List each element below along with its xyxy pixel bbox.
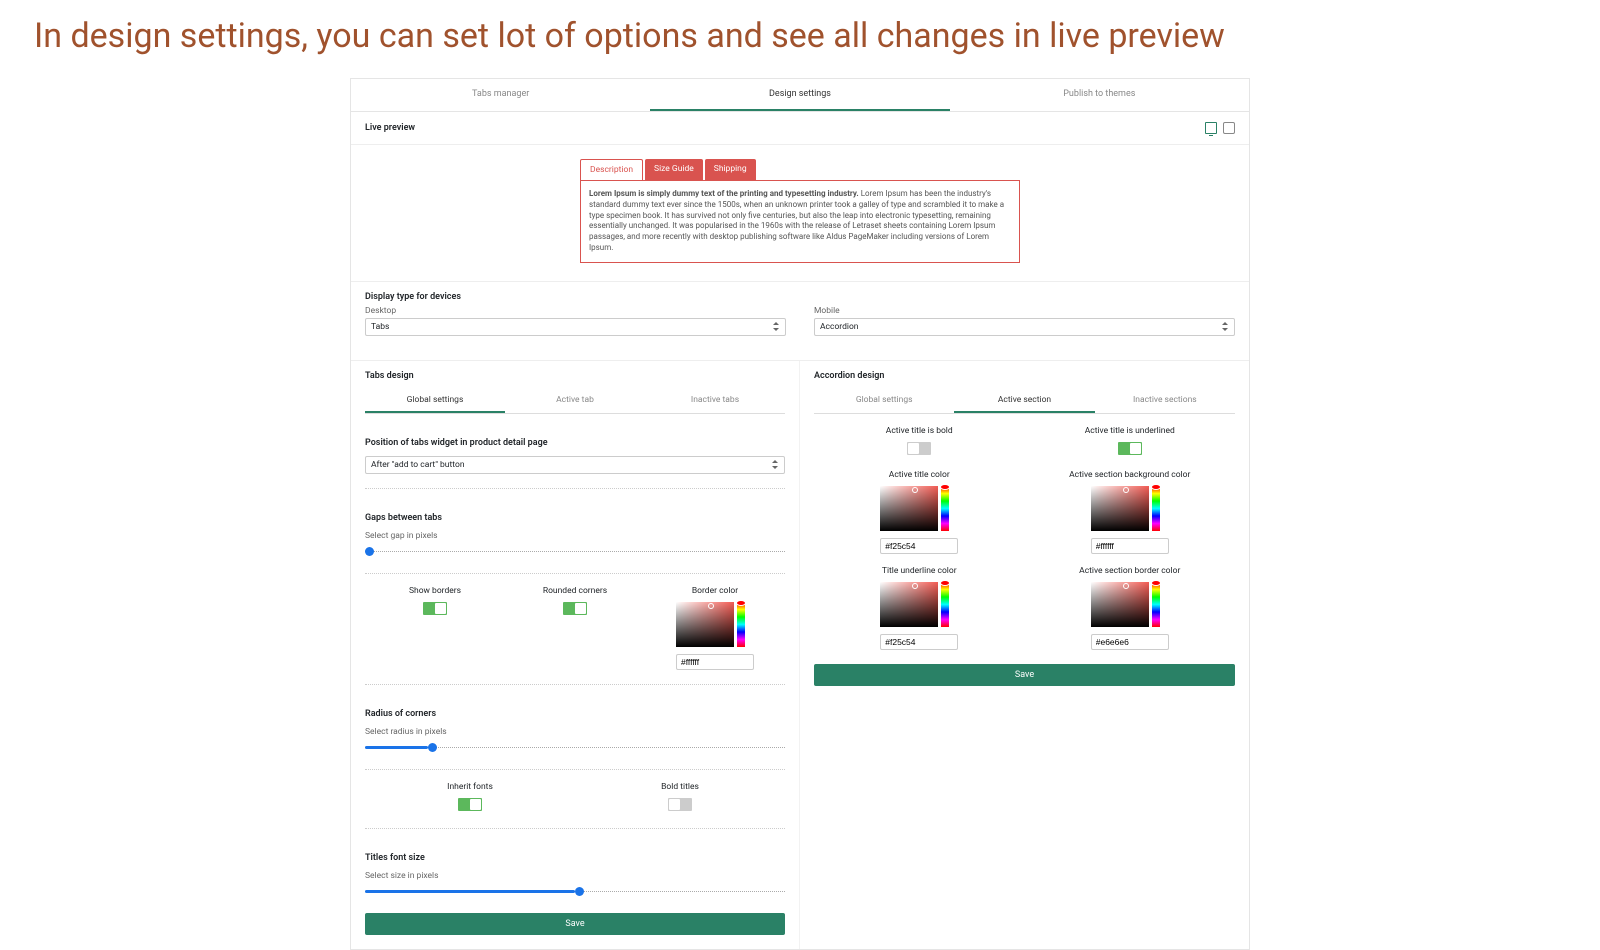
mobile-display-select[interactable]: Accordion	[814, 318, 1235, 336]
gaps-slider[interactable]	[365, 545, 785, 559]
live-preview-header: Live preview	[351, 112, 1249, 144]
title-underline-color-input[interactable]	[880, 634, 958, 650]
rounded-corners-toggle[interactable]	[563, 602, 587, 615]
desktop-preview-icon[interactable]	[1205, 122, 1217, 134]
radius-sub: Select radius in pixels	[365, 727, 785, 737]
position-select[interactable]: After "add to cart" button	[365, 456, 785, 474]
tabs-design-heading: Tabs design	[365, 361, 785, 385]
active-title-bold-toggle[interactable]	[907, 442, 931, 455]
title-underline-color-picker[interactable]	[880, 582, 949, 627]
preview-tab-size-guide[interactable]: Size Guide	[645, 159, 703, 180]
show-borders-toggle[interactable]	[423, 602, 447, 615]
bold-titles-label: Bold titles	[575, 782, 785, 792]
preview-body-bold: Lorem Ipsum is simply dummy text of the …	[589, 189, 859, 198]
inherit-fonts-label: Inherit fonts	[365, 782, 575, 792]
gaps-heading: Gaps between tabs	[365, 503, 785, 527]
tab-design-settings[interactable]: Design settings	[650, 79, 949, 111]
radius-heading: Radius of corners	[365, 699, 785, 723]
border-color-input[interactable]	[676, 654, 754, 670]
active-bg-color-input[interactable]	[1091, 538, 1169, 554]
rounded-corners-label: Rounded corners	[505, 586, 645, 596]
title-underline-color-label: Title underline color	[814, 566, 1025, 576]
active-title-underlined-label: Active title is underlined	[1025, 426, 1236, 436]
active-title-underlined-toggle[interactable]	[1118, 442, 1142, 455]
active-bg-color-picker[interactable]	[1091, 486, 1160, 531]
titles-font-heading: Titles font size	[365, 843, 785, 867]
preview-tab-shipping[interactable]: Shipping	[705, 159, 756, 180]
accordion-tab-active[interactable]: Active section	[954, 389, 1094, 413]
display-type-heading: Display type for devices	[351, 282, 1249, 302]
accordion-tab-global[interactable]: Global settings	[814, 389, 954, 413]
preview-content: Lorem Ipsum is simply dummy text of the …	[580, 180, 1020, 263]
mobile-preview-icon[interactable]	[1223, 122, 1235, 134]
accordion-heading: Accordion design	[814, 361, 1235, 385]
save-button-left[interactable]: Save	[365, 913, 785, 935]
preview-tab-description[interactable]: Description	[580, 159, 643, 180]
bold-titles-toggle[interactable]	[668, 798, 692, 811]
top-tabs: Tabs manager Design settings Publish to …	[351, 79, 1249, 112]
tabs-design-global[interactable]: Global settings	[365, 389, 505, 413]
active-border-color-input[interactable]	[1091, 634, 1169, 650]
active-title-color-picker[interactable]	[880, 486, 949, 531]
titles-font-slider[interactable]	[365, 885, 785, 899]
live-preview-area: Description Size Guide Shipping Lorem Ip…	[351, 144, 1249, 282]
inherit-fonts-toggle[interactable]	[458, 798, 482, 811]
preview-body-rest: Lorem Ipsum has been the industry's stan…	[589, 189, 1004, 252]
active-border-color-label: Active section border color	[1025, 566, 1236, 576]
desktop-label: Desktop	[365, 306, 786, 316]
save-button-right[interactable]: Save	[814, 664, 1235, 686]
titles-font-sub: Select size in pixels	[365, 871, 785, 881]
border-color-picker[interactable]	[676, 602, 745, 647]
tabs-design-inactive[interactable]: Inactive tabs	[645, 389, 785, 413]
show-borders-label: Show borders	[365, 586, 505, 596]
desktop-display-select[interactable]: Tabs	[365, 318, 786, 336]
tab-manager[interactable]: Tabs manager	[351, 79, 650, 111]
active-title-color-input[interactable]	[880, 538, 958, 554]
border-color-label: Border color	[645, 586, 785, 596]
page-banner: In design settings, you can set lot of o…	[0, 0, 1600, 64]
tab-publish[interactable]: Publish to themes	[950, 79, 1249, 111]
radius-slider[interactable]	[365, 741, 785, 755]
accordion-tab-inactive[interactable]: Inactive sections	[1095, 389, 1235, 413]
position-heading: Position of tabs widget in product detai…	[365, 428, 785, 452]
tabs-design-active[interactable]: Active tab	[505, 389, 645, 413]
active-title-color-label: Active title color	[814, 470, 1025, 480]
gaps-sub: Select gap in pixels	[365, 531, 785, 541]
live-preview-label: Live preview	[365, 123, 415, 133]
active-border-color-picker[interactable]	[1091, 582, 1160, 627]
active-bg-color-label: Active section background color	[1025, 470, 1236, 480]
active-title-bold-label: Active title is bold	[814, 426, 1025, 436]
mobile-label: Mobile	[814, 306, 1235, 316]
app-container: Tabs manager Design settings Publish to …	[350, 78, 1250, 950]
